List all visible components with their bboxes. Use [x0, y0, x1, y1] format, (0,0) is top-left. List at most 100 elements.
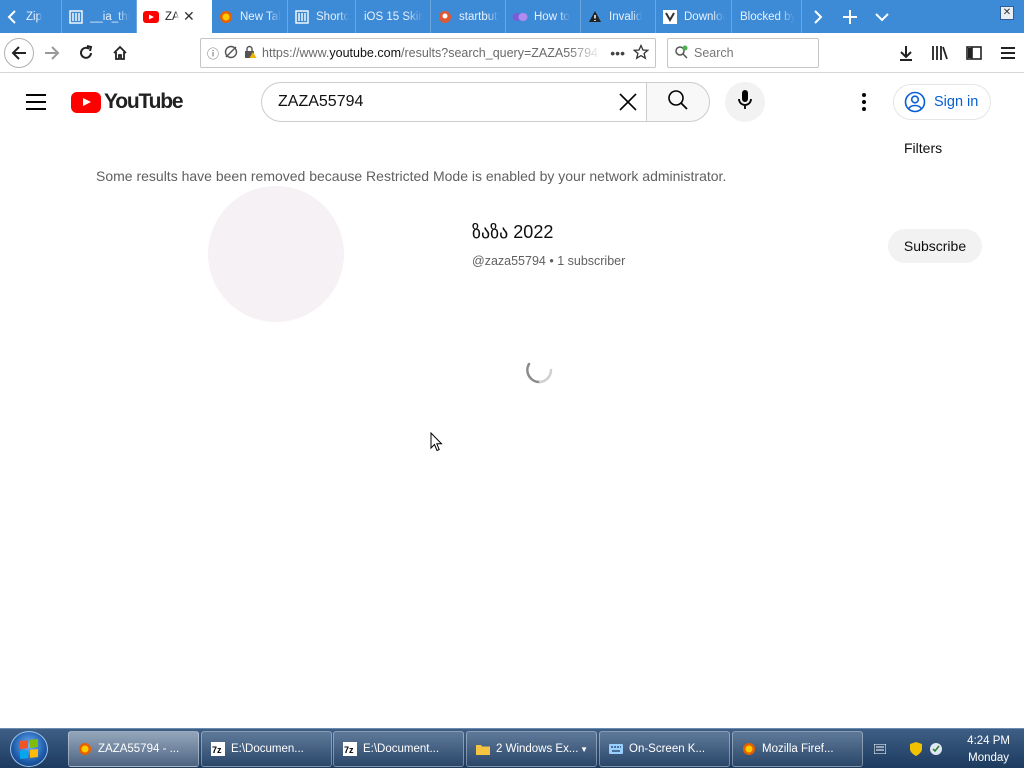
- taskbar-button-youtube[interactable]: ZAZA55794 - ...: [68, 731, 199, 767]
- youtube-play-icon: [71, 91, 101, 113]
- sign-in-button[interactable]: Sign in: [893, 84, 991, 120]
- tab-title: __ia_thumb: [90, 10, 130, 23]
- youtube-wordmark: YouTube: [104, 90, 184, 113]
- start-button[interactable]: [10, 731, 48, 767]
- youtube-search-input[interactable]: ZAZA55794: [261, 82, 647, 122]
- taskbar-label: 2 Windows Ex...: [496, 743, 579, 755]
- meta-separator: •: [545, 254, 558, 268]
- tab-strip-empty-area: [898, 0, 998, 33]
- permissions-icon[interactable]: [224, 45, 238, 62]
- filters-button[interactable]: Filters: [904, 140, 942, 156]
- youtube-logo[interactable]: YouTube: [71, 90, 184, 114]
- archive-icon: [294, 9, 310, 25]
- tab-title: Shortcuts: [316, 10, 349, 23]
- youtube-masthead: YouTube ZAZA55794 Sign in: [0, 74, 1024, 130]
- firefox-icon: [741, 741, 757, 757]
- tab-ia-thumb[interactable]: __ia_thumb: [62, 0, 137, 33]
- taskbar-label: ZAZA55794 - ...: [98, 743, 180, 755]
- restricted-mode-notice: Some results have been removed because R…: [96, 168, 727, 184]
- taskbar-button-7zip-1[interactable]: 7z E:\Documen...: [201, 731, 332, 767]
- tab-title: ZAZA55794 - YouTube: [165, 10, 179, 23]
- back-arrow-icon[interactable]: [4, 37, 34, 68]
- 7zip-icon: 7z: [342, 741, 358, 757]
- 7zip-icon: 7z: [210, 741, 226, 757]
- sidebar-toggle-icon[interactable]: [958, 37, 990, 69]
- tab-scroll-left-icon[interactable]: [0, 0, 24, 33]
- tab-blocked-by[interactable]: Blocked by: [732, 0, 802, 33]
- reload-icon[interactable]: [70, 37, 102, 69]
- tab-title: Download: [684, 10, 725, 23]
- taskbar-button-explorer[interactable]: 2 Windows Ex... ▼: [466, 731, 597, 767]
- clear-search-icon[interactable]: [617, 91, 639, 113]
- youtube-search-button[interactable]: [646, 82, 710, 122]
- home-icon[interactable]: [104, 37, 136, 69]
- taskbar-button-7zip-2[interactable]: 7z E:\Document...: [333, 731, 464, 767]
- taskbar-button-firefox[interactable]: Mozilla Firef...: [732, 731, 863, 767]
- browser-search-placeholder: Search: [694, 46, 734, 60]
- clock-time: 4:24 PM: [967, 735, 1010, 747]
- channel-name[interactable]: ზაზა 2022: [472, 222, 553, 243]
- url-text: https://www.youtube.com/results?search_q…: [262, 46, 602, 60]
- tab-invalid[interactable]: Invalid: [581, 0, 656, 33]
- window-close-icon[interactable]: ✕: [1000, 6, 1014, 20]
- taskbar-label: E:\Documen...: [231, 743, 304, 755]
- tab-download[interactable]: Download: [656, 0, 732, 33]
- tab-scroll-right-icon[interactable]: [802, 0, 834, 33]
- more-options-icon[interactable]: [852, 90, 876, 114]
- tab-shortcuts[interactable]: Shortcuts: [288, 0, 356, 33]
- archive-icon: [68, 9, 84, 25]
- network-icon[interactable]: [928, 741, 944, 757]
- warning-icon: [587, 9, 603, 25]
- taskbar-label: On-Screen K...: [629, 743, 706, 755]
- downloads-icon[interactable]: [890, 37, 922, 69]
- page-actions-ellipsis-icon[interactable]: •••: [610, 45, 625, 61]
- url-path: /results?search_query=ZAZA55794: [400, 46, 598, 60]
- tab-youtube-active[interactable]: ZAZA55794 - YouTube ✕: [137, 0, 212, 33]
- browser-navigation-bar: ⓘ https://www.youtube.com/results?search…: [0, 33, 1024, 73]
- tab-title: New Tab: [240, 10, 281, 23]
- tab-list-chevron-down-icon[interactable]: [866, 0, 898, 33]
- system-tray: 4:24 PM Monday: [866, 730, 1024, 768]
- input-indicator-icon[interactable]: [872, 741, 888, 757]
- tab-close-icon[interactable]: ✕: [183, 8, 195, 25]
- tab-how-to[interactable]: How to: [506, 0, 581, 33]
- bookmark-star-icon[interactable]: [632, 43, 650, 63]
- library-icon[interactable]: [924, 37, 956, 69]
- forward-arrow-icon[interactable]: [36, 37, 68, 69]
- tab-startbutton[interactable]: startbutton: [431, 0, 506, 33]
- insecure-lock-warning-icon[interactable]: [243, 45, 257, 62]
- tab-new-tab[interactable]: New Tab: [212, 0, 288, 33]
- taskbar-clock[interactable]: 4:24 PM Monday: [967, 733, 1010, 767]
- url-prefix: https://www.: [262, 46, 330, 60]
- subscribe-button[interactable]: Subscribe: [888, 229, 982, 263]
- security-shield-icon[interactable]: [908, 741, 924, 757]
- svg-text:7z: 7z: [212, 745, 222, 755]
- tab-ios15-skins[interactable]: iOS 15 Skins: [356, 0, 431, 33]
- group-dropdown-icon[interactable]: ▼: [580, 745, 588, 754]
- windows-taskbar: ZAZA55794 - ... 7z E:\Documen... 7z E:\D…: [0, 728, 1024, 768]
- taskbar-button-osk[interactable]: On-Screen K...: [599, 731, 730, 767]
- taskbar-label: E:\Document...: [363, 743, 440, 755]
- browser-tab-strip: Zip __ia_thumb ZAZA55794 - YouTube ✕ New…: [0, 0, 1024, 33]
- url-bar[interactable]: ⓘ https://www.youtube.com/results?search…: [200, 38, 656, 68]
- duckduckgo-icon: [437, 9, 453, 25]
- firefox-icon: [77, 741, 93, 757]
- keyboard-icon: [608, 741, 624, 757]
- search-engine-icon: [674, 45, 688, 62]
- channel-avatar[interactable]: [208, 186, 344, 322]
- site-info-icon[interactable]: ⓘ: [207, 45, 219, 62]
- sign-in-label: Sign in: [934, 94, 979, 110]
- new-tab-plus-icon[interactable]: [834, 0, 866, 33]
- tab-title: Invalid: [609, 10, 643, 23]
- toolbar-right: [888, 37, 1024, 69]
- microphone-icon: [737, 89, 753, 116]
- browser-search-field[interactable]: Search: [667, 38, 819, 68]
- taskbar-label: Mozilla Firef...: [762, 743, 834, 755]
- hamburger-menu-icon[interactable]: [992, 37, 1024, 69]
- tab-title: Zip: [26, 10, 42, 23]
- tab-zip[interactable]: Zip: [24, 0, 62, 33]
- tab-title: startbutton: [459, 10, 499, 23]
- windows-logo-icon: [20, 739, 38, 759]
- voice-search-button[interactable]: [725, 82, 765, 122]
- guide-menu-icon[interactable]: [26, 94, 46, 110]
